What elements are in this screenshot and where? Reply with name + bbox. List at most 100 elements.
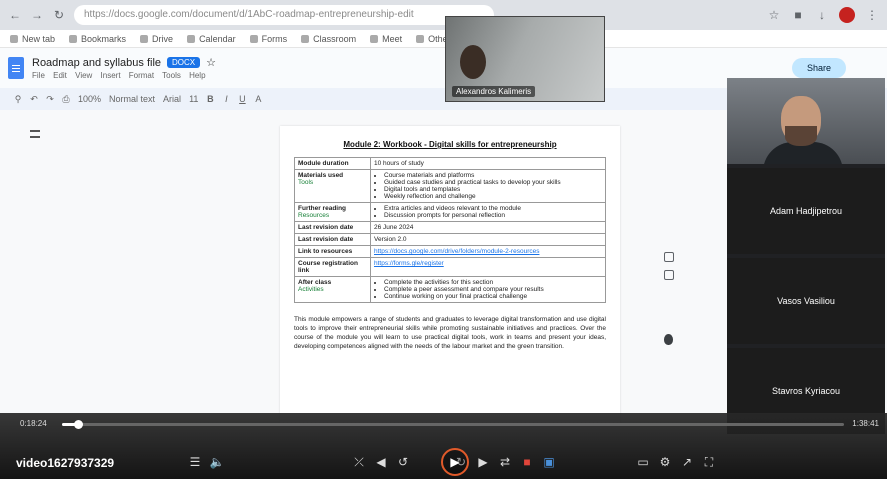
search-menus-icon[interactable]: ⚲: [14, 94, 22, 105]
row-link[interactable]: Resources: [298, 212, 367, 219]
bookmark-item[interactable]: Classroom: [301, 34, 356, 44]
bullet-item: Weekly reflection and challenge: [384, 193, 602, 200]
row-key: Last revision date: [294, 233, 371, 246]
bookmark-item[interactable]: Drive: [140, 34, 173, 44]
document-heading: Module 2: Workbook - Digital skills for …: [343, 140, 557, 149]
text-color-icon[interactable]: A: [254, 94, 262, 104]
row-value-text: Version 2.0: [374, 236, 407, 243]
elapsed-time: 0:18:24: [20, 419, 47, 428]
forward-icon[interactable]: →: [30, 8, 44, 22]
bookmark-item[interactable]: Bookmarks: [69, 34, 126, 44]
bullet-list: Extra articles and videos relevant to th…: [374, 205, 602, 219]
document-page[interactable]: Module 2: Workbook - Digital skills for …: [280, 126, 620, 426]
seek-bar[interactable]: [62, 420, 844, 429]
font-select[interactable]: Arial: [163, 94, 181, 104]
miniplayer-icon[interactable]: ▭: [632, 451, 654, 473]
row-value: Course materials and platformsGuided cas…: [370, 169, 606, 203]
row-key: Last revision date: [294, 221, 371, 234]
previous-icon[interactable]: ◀: [370, 451, 392, 473]
underline-icon[interactable]: U: [238, 94, 246, 104]
record-icon[interactable]: ■: [516, 451, 538, 473]
bold-icon[interactable]: B: [206, 94, 214, 104]
settings-icon[interactable]: ⚙: [654, 451, 676, 473]
reload-icon[interactable]: ↻: [52, 8, 66, 22]
suggest-edit-icon[interactable]: [664, 270, 674, 280]
doc-title-block: Roadmap and syllabus file DOCX ☆ File Ed…: [32, 56, 216, 81]
bookmark-item[interactable]: Meet: [370, 34, 402, 44]
row-value-text: 26 June 2024: [374, 224, 414, 231]
folder-icon: [69, 34, 78, 43]
playlist-icon[interactable]: ☰: [184, 451, 206, 473]
fullscreen-icon[interactable]: ⛶: [698, 451, 720, 473]
row-value-text[interactable]: https://docs.google.com/drive/folders/mo…: [374, 248, 539, 255]
row-link[interactable]: Activities: [298, 286, 367, 293]
bookmark-item[interactable]: Forms: [249, 34, 287, 44]
player-buttons: ☰ 🔈 ⤫ ◀ ↺ ↻ ▶ ⇄ ■ ▣ ▭ ⚙ ↗ ⛶: [184, 451, 884, 473]
row-key: Link to resources: [294, 245, 371, 258]
rewind-icon[interactable]: ↺: [392, 451, 414, 473]
row-key: Module duration: [294, 157, 371, 170]
participant-name: Adam Hadjipetrou: [769, 206, 843, 216]
doc-title-row: Roadmap and syllabus file DOCX ☆: [32, 56, 216, 70]
print-icon[interactable]: ⎙: [62, 94, 70, 105]
bookmark-item[interactable]: New tab: [10, 34, 55, 44]
folder-icon: [249, 34, 258, 43]
bullet-item: Complete the activities for this section: [384, 279, 602, 286]
style-select[interactable]: Normal text: [109, 94, 155, 104]
bullet-item: Course materials and platforms: [384, 172, 602, 179]
google-docs-icon[interactable]: [8, 57, 24, 79]
next-icon[interactable]: ▶: [472, 451, 494, 473]
play-button[interactable]: ▶: [441, 448, 469, 476]
participant-tile[interactable]: Vasos Vasiliou: [727, 258, 885, 344]
undo-icon[interactable]: ↶: [30, 94, 38, 105]
repeat-icon[interactable]: ⇄: [494, 451, 516, 473]
table-row: Link to resources https://docs.google.com…: [294, 245, 606, 258]
extensions-icon[interactable]: ■: [791, 8, 805, 22]
bullet-list: Course materials and platformsGuided cas…: [374, 172, 602, 200]
folder-icon: [140, 34, 149, 43]
bookmark-star-icon[interactable]: ☆: [767, 8, 781, 22]
seek-handle[interactable]: [73, 420, 83, 429]
doc-title[interactable]: Roadmap and syllabus file: [32, 57, 161, 69]
shuffle-icon[interactable]: ⤫: [348, 451, 370, 473]
bullet-item: Discussion prompts for personal reflecti…: [384, 212, 602, 219]
row-value: Extra articles and videos relevant to th…: [370, 202, 606, 222]
bullet-item: Complete a peer assessment and compare y…: [384, 286, 602, 293]
table-row: After classActivitiesComplete the activi…: [294, 276, 606, 303]
redo-icon[interactable]: ↷: [46, 94, 54, 105]
star-icon[interactable]: ☆: [206, 56, 216, 69]
zoom-select[interactable]: 100%: [78, 94, 101, 104]
font-size-field[interactable]: 11: [189, 94, 198, 104]
map-pin-icon[interactable]: [664, 334, 673, 345]
row-value: Complete the activities for this section…: [370, 276, 606, 303]
document-outline-icon[interactable]: [30, 130, 40, 138]
browser-actions: ☆ ■ ↓ ⋮: [767, 7, 879, 23]
pip-video[interactable]: Alexandros Kalimeris: [445, 16, 605, 102]
share-icon[interactable]: ↗: [676, 451, 698, 473]
italic-icon[interactable]: I: [222, 94, 230, 104]
row-key: Further reading Resources: [294, 202, 371, 222]
row-value-text[interactable]: https://forms.gle/register: [374, 260, 444, 267]
row-key: After class Activities: [294, 276, 371, 303]
bookmark-item[interactable]: Calendar: [187, 34, 236, 44]
profile-avatar[interactable]: [839, 7, 855, 23]
share-button[interactable]: Share: [792, 58, 846, 78]
row-link[interactable]: Tools: [298, 179, 367, 186]
browser-menu-icon[interactable]: ⋮: [865, 8, 879, 22]
add-comment-icon[interactable]: [664, 252, 674, 262]
bullet-item: Guided case studies and practical tasks …: [384, 179, 602, 186]
folder-icon: [187, 34, 196, 43]
screen: ← → ↻ https://docs.google.com/document/d…: [0, 0, 887, 479]
row-key-label: Last revision date: [298, 236, 354, 243]
participant-tile[interactable]: Adam Hadjipetrou: [727, 168, 885, 254]
volume-icon[interactable]: 🔈: [206, 451, 228, 473]
address-bar[interactable]: https://docs.google.com/document/d/1AbC-…: [74, 5, 494, 25]
screenshot-icon[interactable]: ▣: [538, 451, 560, 473]
back-icon[interactable]: ←: [8, 8, 22, 22]
download-icon[interactable]: ↓: [815, 8, 829, 22]
doc-menu-bar[interactable]: File Edit View Insert Format Tools Help: [32, 71, 216, 80]
row-key-label: Last revision date: [298, 224, 354, 231]
row-value: 10 hours of study: [370, 157, 606, 170]
bullet-list: Complete the activities for this section…: [374, 279, 602, 300]
participant-camera-tile[interactable]: [727, 78, 885, 164]
